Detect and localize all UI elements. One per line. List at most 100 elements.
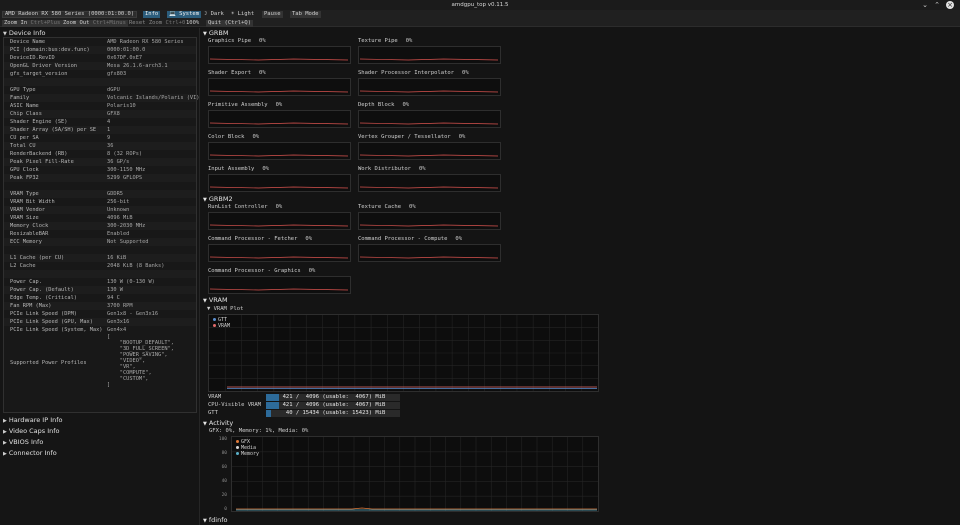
vbios-info-header[interactable]: ▶ VBIOS Info xyxy=(3,438,43,446)
info-value: 0x67DF.0xE7 xyxy=(107,55,143,61)
tab-system[interactable]: 💻 System xyxy=(167,11,202,18)
info-row: ASIC Name Polaris10 xyxy=(4,102,196,110)
device-select[interactable]: AMD Radeon RX 580 Series (0000:01:00.0) xyxy=(2,11,138,18)
info-value: 36 GP/s xyxy=(107,159,130,165)
engine-usage-chart[interactable] xyxy=(208,46,351,64)
engine-percent: 0% xyxy=(259,70,266,76)
legend-dot xyxy=(236,446,239,449)
connector-info-header[interactable]: ▶ Connector Info xyxy=(3,449,57,457)
usage-line xyxy=(209,288,349,291)
light-theme-button[interactable]: ☀ Light xyxy=(229,11,256,18)
grbm2-header[interactable]: ▼ GRBM2 xyxy=(203,195,233,203)
engine-usage-chart[interactable] xyxy=(208,142,351,160)
info-key: Fan RPM (Max) xyxy=(10,303,52,309)
info-row: VRAM Bit Width 256-bit xyxy=(4,198,196,206)
engine-usage-chart[interactable] xyxy=(358,174,501,192)
activity-plot[interactable]: GFX Media Memory xyxy=(231,436,599,512)
legend-dot xyxy=(236,452,239,455)
vram-plot-header[interactable]: ▼ VRAM Plot xyxy=(207,305,243,313)
info-value: AMD Radeon RX 580 Series xyxy=(107,39,184,45)
collapsed-triangle-icon: ▶ xyxy=(3,418,7,424)
zoom-toolbar: Zoom In Ctrl+Plus Zoom Out Ctrl+Minus Re… xyxy=(0,19,960,27)
info-value: 4096 MiB xyxy=(107,215,133,221)
vram-usage-bar: 40 / 15434 (usable: 15423) MiB xyxy=(266,410,400,417)
info-key: Family xyxy=(10,95,30,101)
fdinfo-header[interactable]: ▼ fdinfo xyxy=(203,516,227,524)
engine-name: Texture Cache xyxy=(358,204,402,210)
device-info-header[interactable]: ▼ Device Info xyxy=(3,29,45,37)
quit-button[interactable]: Quit (Ctrl+Q) xyxy=(206,20,254,27)
engine-usage-chart[interactable] xyxy=(358,142,501,160)
info-row: Total CU 36 xyxy=(4,142,196,150)
engine-label: RunList Controller 0% xyxy=(208,203,282,211)
legend-dot xyxy=(236,440,239,443)
tab-info[interactable]: Info xyxy=(143,11,161,18)
toolbar: AMD Radeon RX 580 Series (0000:01:00.0) … xyxy=(0,10,960,19)
gfx-series-line xyxy=(236,507,597,510)
grbm-header[interactable]: ▼ GRBM xyxy=(203,29,228,37)
engine-usage-chart[interactable] xyxy=(208,174,351,192)
engine-usage-chart[interactable] xyxy=(208,78,351,96)
engine-usage-chart[interactable] xyxy=(358,244,501,262)
engine-usage-chart[interactable] xyxy=(358,212,501,230)
dark-theme-button[interactable]: ☽ Dark xyxy=(202,11,226,18)
y-tick-label: 0 xyxy=(224,507,227,512)
close-icon[interactable]: × xyxy=(946,1,954,9)
engine-name: Graphics Pipe xyxy=(208,38,252,44)
tab-mode-button[interactable]: Tab Mode xyxy=(290,11,321,18)
engine-label: Color Block 0% xyxy=(208,133,259,141)
vram-plot[interactable]: GTT VRAM xyxy=(208,314,599,392)
info-key: VRAM Vendor xyxy=(10,207,46,213)
info-key: Peak Pixel Fill-Rate xyxy=(10,159,74,165)
pause-button[interactable]: Pause xyxy=(262,11,283,18)
y-tick-label: 40 xyxy=(221,479,227,484)
engine-percent: 0% xyxy=(402,102,410,108)
info-key: gfx_target_version xyxy=(10,71,68,77)
info-key: DeviceID.RevID xyxy=(10,55,55,61)
power-profiles-label: Supported Power Profiles xyxy=(10,360,87,366)
minimize-icon[interactable]: ⌄ xyxy=(921,1,929,9)
engine-usage-chart[interactable] xyxy=(208,212,351,230)
info-value: 4 xyxy=(107,119,111,125)
engine-name: Work Distributor xyxy=(358,166,411,172)
engine-percent: 0% xyxy=(405,38,413,44)
collapsed-triangle-icon: ▶ xyxy=(3,440,7,446)
info-key: Chip Class xyxy=(10,111,42,117)
maximize-icon[interactable]: ⌃ xyxy=(933,1,941,9)
info-row: PCIe Link Speed (System, Max) Gen4x4 xyxy=(4,326,196,334)
info-value: dGPU xyxy=(107,87,120,93)
engine-name: Color Block xyxy=(208,134,245,140)
info-row: Memory Clock 300-2030 MHz xyxy=(4,222,196,230)
engine-usage-chart[interactable] xyxy=(208,244,351,262)
info-value: Enabled xyxy=(107,231,130,237)
right-panel: ▼ GRBM Graphics Pipe 0% Texture Pipe 0% Shade… xyxy=(201,28,960,525)
collapsed-triangle-icon: ▶ xyxy=(3,429,7,435)
engine-usage-chart[interactable] xyxy=(358,78,501,96)
info-key: PCI (domain:bus:dev.func) xyxy=(10,47,90,53)
info-key: ResizableBAR xyxy=(10,231,49,237)
engine-usage-chart[interactable] xyxy=(358,46,501,64)
engine-usage-chart[interactable] xyxy=(208,276,351,294)
legend-dot xyxy=(213,318,216,321)
hardware-ip-info-header[interactable]: ▶ Hardware IP Info xyxy=(3,416,63,424)
engine-percent: 0% xyxy=(305,236,313,242)
info-value: 300-1150 MHz xyxy=(107,167,146,173)
info-row: GPU Clock 300-1150 MHz xyxy=(4,166,196,174)
zoom-in-button[interactable]: Zoom In Ctrl+Plus xyxy=(2,20,63,27)
expand-triangle-icon: ▼ xyxy=(203,197,207,203)
info-value: 5299 GFLOPS xyxy=(107,175,143,181)
engine-usage-chart[interactable] xyxy=(358,110,501,128)
power-profiles-row: Supported Power Profiles [ "BOOTUP_DEFAU… xyxy=(4,334,196,392)
info-value: 256-bit xyxy=(107,199,130,205)
video-caps-info-header[interactable]: ▶ Video Caps Info xyxy=(3,427,60,435)
reset-zoom-button[interactable]: Reset Zoom Ctrl+0 xyxy=(127,20,187,27)
activity-header[interactable]: ▼ Activity xyxy=(203,419,233,427)
info-row: PCI (domain:bus:dev.func) 0000:01:00.0 xyxy=(4,46,196,54)
engine-usage-chart[interactable] xyxy=(208,110,351,128)
vram-header[interactable]: ▼ VRAM xyxy=(203,296,228,304)
info-value: 130 W (0-130 W) xyxy=(107,279,155,285)
usage-line xyxy=(359,256,499,259)
zoom-out-button[interactable]: Zoom Out Ctrl+Minus xyxy=(61,20,128,27)
legend-vram: VRAM xyxy=(213,323,230,329)
info-row: gfx_target_version gfx803 xyxy=(4,70,196,78)
